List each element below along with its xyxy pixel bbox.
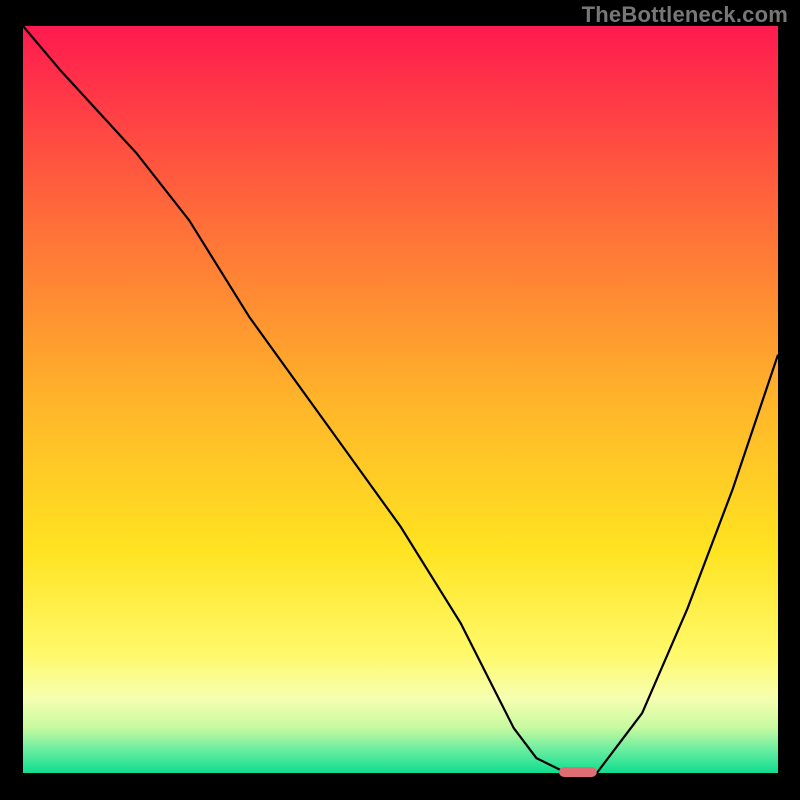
- bottleneck-chart: [0, 0, 800, 800]
- optimum-marker: [559, 767, 597, 777]
- watermark-text: TheBottleneck.com: [582, 2, 788, 28]
- chart-stage: TheBottleneck.com: [0, 0, 800, 800]
